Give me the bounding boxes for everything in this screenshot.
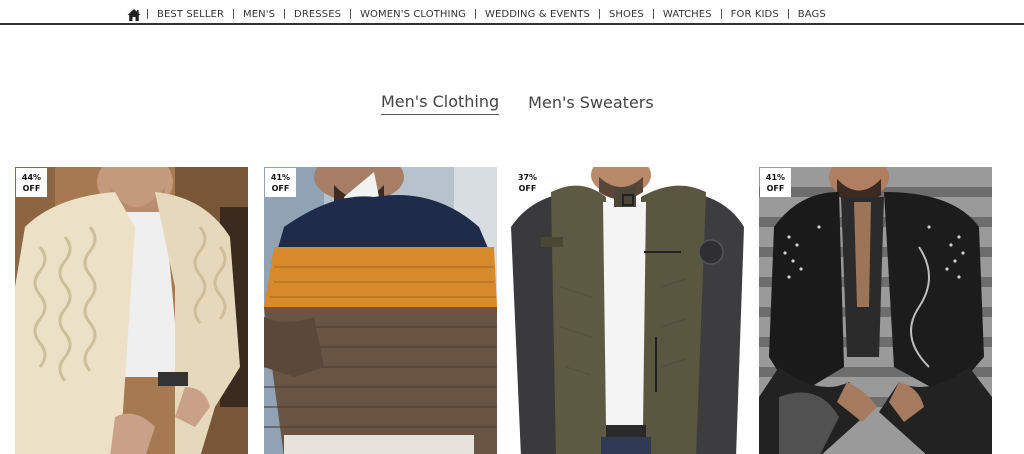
discount-badge: 37% OFF xyxy=(512,168,543,197)
product-card[interactable]: 41% OFF xyxy=(264,167,497,454)
discount-badge: 44% OFF xyxy=(16,168,47,197)
discount-percent: 41% xyxy=(765,173,786,182)
product-card[interactable]: 41% OFF xyxy=(759,167,992,454)
discount-percent: 44% xyxy=(21,173,42,182)
product-card[interactable]: 37% OFF xyxy=(511,167,744,454)
nav-divider xyxy=(720,9,722,19)
discount-badge: 41% OFF xyxy=(265,168,296,197)
nav-best-seller[interactable]: BEST SELLER xyxy=(157,9,224,20)
home-icon[interactable] xyxy=(127,7,141,21)
nav-divider xyxy=(233,9,234,19)
discount-off-label: OFF xyxy=(271,184,290,193)
discount-off-label: OFF xyxy=(766,184,785,193)
discount-percent: 41% xyxy=(270,173,291,182)
tab-mens-sweaters[interactable]: Men's Sweaters xyxy=(528,93,654,115)
nav-wedding-events[interactable]: WEDDING & EVENTS xyxy=(485,9,590,20)
product-image xyxy=(511,167,744,454)
tab-mens-clothing[interactable]: Men's Clothing xyxy=(381,92,500,115)
nav-divider xyxy=(787,9,789,19)
nav-for-kids[interactable]: FOR KIDS xyxy=(731,9,779,20)
discount-off-label: OFF xyxy=(22,184,41,193)
product-image xyxy=(15,167,248,454)
top-navigation: BEST SELLER MEN'S DRESSES WOMEN'S CLOTHI… xyxy=(0,0,1024,25)
nav-womens-clothing[interactable]: WOMEN'S CLOTHING xyxy=(360,9,466,20)
discount-badge: 41% OFF xyxy=(760,168,791,197)
nav-divider xyxy=(598,9,600,19)
discount-percent: 37% xyxy=(517,173,538,182)
nav-watches[interactable]: WATCHES xyxy=(663,9,712,20)
nav-divider xyxy=(147,9,148,19)
nav-divider xyxy=(350,9,352,19)
nav-list: BEST SELLER MEN'S DRESSES WOMEN'S CLOTHI… xyxy=(127,6,826,22)
product-image xyxy=(264,167,497,454)
nav-divider xyxy=(475,9,476,19)
nav-bags[interactable]: BAGS xyxy=(798,9,826,20)
nav-shoes[interactable]: SHOES xyxy=(609,9,644,20)
nav-divider xyxy=(652,9,654,19)
nav-mens[interactable]: MEN'S xyxy=(243,9,275,20)
category-tabs: Men's Clothing Men's Sweaters xyxy=(381,92,654,115)
product-image xyxy=(759,167,992,454)
nav-dresses[interactable]: DRESSES xyxy=(294,9,341,20)
product-card[interactable]: 44% OFF xyxy=(15,167,248,454)
nav-divider xyxy=(284,9,286,19)
discount-off-label: OFF xyxy=(518,184,537,193)
